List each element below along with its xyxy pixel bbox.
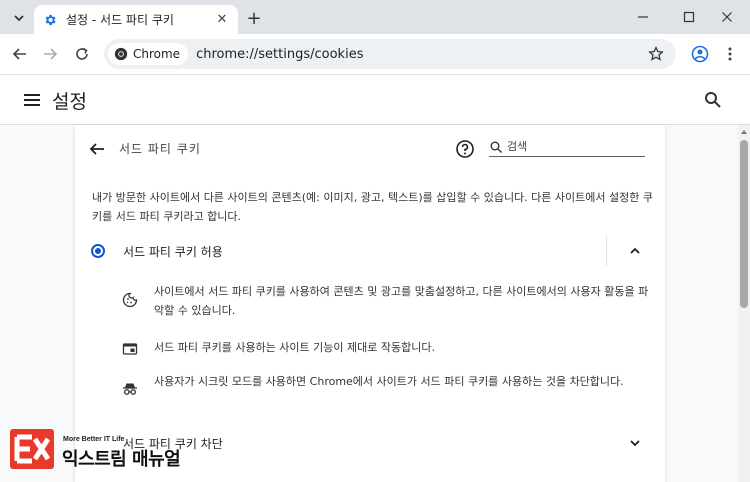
scroll-up-arrow-icon[interactable]	[740, 128, 748, 136]
forward-button[interactable]	[38, 42, 62, 66]
close-icon	[722, 12, 732, 22]
tab-settings[interactable]: 설정 - 서드 파티 쿠키 ✕	[34, 5, 238, 34]
detail-text: 사이트에서 서드 파티 쿠키를 사용하여 콘텐츠 및 광고를 맞춤설정하고, 다…	[154, 285, 649, 317]
section-description: 내가 방문한 사이트에서 다른 사이트의 콘텐츠(예: 이미지, 광고, 텍스트…	[92, 191, 653, 223]
divider	[606, 236, 607, 266]
window-close-button[interactable]	[704, 0, 750, 34]
chevron-down-icon	[14, 15, 24, 22]
tab-search-button[interactable]	[8, 7, 30, 29]
reload-icon	[76, 47, 88, 60]
option-allow-third-party-cookies[interactable]: 서드 파티 쿠키 허용	[75, 233, 665, 269]
tab-title: 설정 - 서드 파티 쿠키	[66, 13, 174, 27]
reload-button[interactable]	[70, 42, 94, 66]
back-arrow-icon[interactable]	[87, 139, 107, 159]
help-icon[interactable]	[455, 139, 475, 159]
profile-button[interactable]	[688, 42, 712, 66]
url-text[interactable]: chrome://settings/cookies	[196, 47, 644, 62]
detail-text: 서드 파티 쿠키를 사용하는 사이트 기능이 제대로 작동합니다.	[154, 341, 435, 354]
scrollbar-thumb[interactable]	[740, 140, 748, 308]
back-button[interactable]	[8, 42, 32, 66]
page-title: 설정	[52, 91, 87, 113]
chrome-chip[interactable]: Chrome	[108, 43, 189, 65]
subpage-title: 서드 파티 쿠키	[119, 142, 201, 156]
chrome-chip-label: Chrome	[133, 47, 181, 61]
brand-logo	[10, 429, 54, 469]
cookie-icon	[122, 292, 138, 308]
chrome-logo-icon	[114, 47, 128, 61]
menu-button[interactable]	[718, 42, 742, 66]
star-icon	[648, 46, 664, 61]
browser-toolbar: Chrome chrome://settings/cookies	[0, 34, 750, 75]
tab-strip: 설정 - 서드 파티 쿠키 ✕ +	[0, 0, 750, 34]
search-icon	[490, 141, 502, 153]
hamburger-menu-icon[interactable]	[22, 90, 42, 110]
new-tab-button[interactable]: +	[244, 8, 264, 29]
maximize-icon	[683, 11, 695, 23]
minimize-button[interactable]	[620, 0, 666, 34]
chevron-down-icon[interactable]	[627, 435, 643, 451]
settings-header: 설정	[0, 75, 750, 125]
settings-search-field[interactable]	[489, 137, 645, 157]
web-page-icon	[122, 343, 138, 355]
bookmark-button[interactable]	[644, 42, 668, 66]
profile-icon	[691, 45, 709, 63]
arrow-left-icon	[12, 48, 26, 60]
option-label: 서드 파티 쿠키 허용	[123, 245, 223, 259]
close-tab-icon[interactable]: ✕	[214, 12, 230, 28]
chevron-up-icon[interactable]	[627, 243, 643, 259]
settings-gear-icon	[42, 12, 58, 28]
watermark-tagline: More Better IT Life	[63, 436, 125, 443]
search-icon[interactable]	[702, 89, 724, 111]
detail-text: 사용자가 시크릿 모드를 사용하면 Chrome에서 사이트가 서드 파티 쿠키…	[154, 375, 624, 388]
address-bar[interactable]: Chrome chrome://settings/cookies	[104, 39, 676, 69]
arrow-right-icon	[44, 48, 58, 60]
watermark-brand: 익스트림 매뉴얼	[62, 449, 181, 470]
radio-allow-selected[interactable]	[91, 244, 105, 258]
search-input[interactable]	[507, 140, 637, 153]
more-vertical-icon	[728, 47, 732, 61]
watermark: More Better IT Life 익스트림 매뉴얼	[10, 429, 210, 473]
minimize-icon	[638, 16, 648, 18]
incognito-icon	[123, 383, 137, 395]
brand-logo-icon	[14, 434, 51, 464]
